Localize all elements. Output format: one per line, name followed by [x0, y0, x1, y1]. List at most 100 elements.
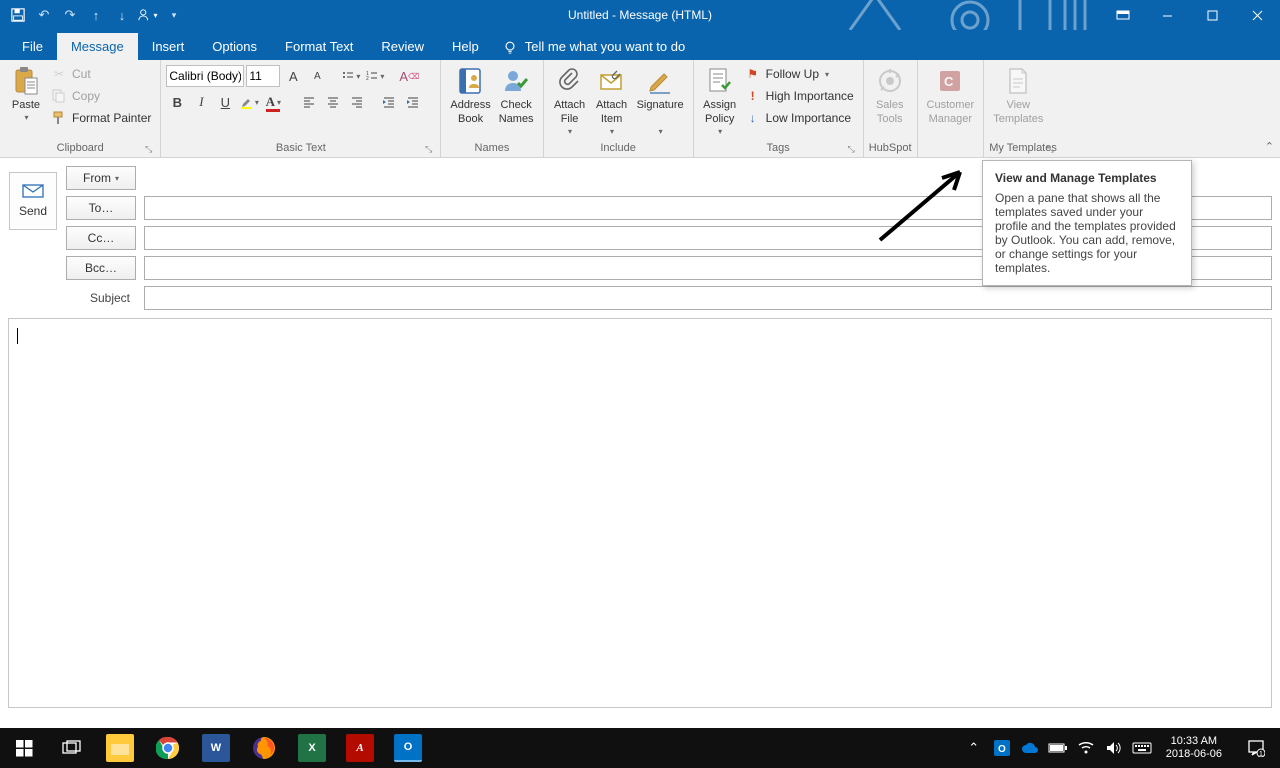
window-title: Untitled - Message (HTML) — [568, 8, 712, 22]
high-importance-button[interactable]: !High Importance — [741, 85, 858, 107]
from-button[interactable]: From▾ — [66, 166, 136, 190]
tab-options[interactable]: Options — [198, 33, 271, 60]
numbering-button[interactable]: 12 — [364, 65, 386, 87]
send-label: Send — [19, 204, 47, 218]
customer-manager-button[interactable]: C Customer Manager — [923, 63, 979, 129]
tray-battery-icon[interactable] — [1046, 728, 1070, 768]
copy-button[interactable]: Copy — [47, 85, 155, 107]
attach-file-label: Attach File — [554, 99, 585, 127]
templates-launcher-icon[interactable]: ⤡ — [1044, 144, 1057, 155]
attach-item-button[interactable]: Attach Item▾ — [591, 63, 633, 139]
paste-icon — [10, 65, 42, 97]
tray-volume-icon[interactable] — [1102, 728, 1126, 768]
cc-button[interactable]: Cc… — [66, 226, 136, 250]
nav-down-icon[interactable]: ↓ — [110, 3, 134, 27]
taskbar-excel[interactable]: X — [288, 728, 336, 768]
low-importance-button[interactable]: ↓Low Importance — [741, 107, 858, 129]
save-icon[interactable] — [6, 3, 30, 27]
ribbon-tabs: File Message Insert Options Format Text … — [0, 30, 1280, 60]
sales-tools-icon — [874, 65, 906, 97]
tray-keyboard-icon[interactable] — [1130, 728, 1154, 768]
format-painter-icon — [51, 110, 67, 126]
decrease-indent-button[interactable] — [378, 91, 400, 113]
clipboard-launcher-icon[interactable]: ⤡ — [142, 144, 155, 155]
attach-file-button[interactable]: Attach File▾ — [549, 63, 591, 139]
message-body[interactable] — [8, 318, 1272, 708]
signature-button[interactable]: Signature▾ — [633, 63, 688, 139]
font-family-select[interactable] — [166, 65, 244, 87]
group-clipboard: Paste ▾ ✂Cut Copy Format Painter Clipboa… — [0, 60, 161, 157]
align-center-button[interactable] — [322, 91, 344, 113]
undo-icon[interactable]: ↶ — [32, 3, 56, 27]
to-button[interactable]: To… — [66, 196, 136, 220]
tab-help[interactable]: Help — [438, 33, 493, 60]
shrink-font-button[interactable]: A — [306, 65, 328, 87]
tooltip-body: Open a pane that shows all the templates… — [995, 191, 1179, 275]
start-button[interactable] — [0, 728, 48, 768]
clock-time: 10:33 AM — [1171, 735, 1217, 748]
tray-overflow-icon[interactable]: ⌃ — [962, 728, 986, 768]
highlight-button[interactable] — [238, 91, 260, 113]
tab-format-text[interactable]: Format Text — [271, 33, 367, 60]
taskbar-outlook[interactable]: O — [384, 728, 432, 768]
bullets-button[interactable] — [340, 65, 362, 87]
minimize-button[interactable] — [1145, 0, 1190, 30]
assign-policy-button[interactable]: Assign Policy▾ — [699, 63, 741, 139]
cut-button[interactable]: ✂Cut — [47, 63, 155, 85]
tab-file[interactable]: File — [8, 33, 57, 60]
increase-indent-button[interactable] — [402, 91, 424, 113]
redo-icon[interactable]: ↷ — [58, 3, 82, 27]
bcc-button[interactable]: Bcc… — [66, 256, 136, 280]
italic-button[interactable]: I — [190, 91, 212, 113]
tray-onedrive-icon[interactable] — [1018, 728, 1042, 768]
user-dropdown-icon[interactable]: ▾ — [136, 3, 160, 27]
task-view-button[interactable] — [48, 728, 96, 768]
tab-review[interactable]: Review — [367, 33, 438, 60]
group-customer-manager: C Customer Manager — [918, 60, 985, 157]
bold-button[interactable]: B — [166, 91, 188, 113]
clock-date: 2018-06-06 — [1166, 748, 1222, 761]
collapse-ribbon-icon[interactable]: ⌃ — [1265, 140, 1274, 153]
sales-tools-button[interactable]: Sales Tools — [869, 63, 911, 129]
align-left-button[interactable] — [298, 91, 320, 113]
names-group-label: Names — [475, 142, 510, 154]
taskbar-word[interactable]: W — [192, 728, 240, 768]
taskbar-clock[interactable]: 10:33 AM 2018-06-06 — [1158, 735, 1230, 760]
format-painter-button[interactable]: Format Painter — [47, 107, 155, 129]
taskbar-chrome[interactable] — [144, 728, 192, 768]
tab-message[interactable]: Message — [57, 33, 138, 60]
grow-font-button[interactable]: A — [282, 65, 304, 87]
send-button[interactable]: Send — [9, 172, 57, 230]
taskbar-firefox[interactable] — [240, 728, 288, 768]
subject-label: Subject — [66, 291, 136, 305]
align-right-button[interactable] — [346, 91, 368, 113]
subject-field[interactable] — [144, 286, 1272, 310]
action-center-icon[interactable]: 1 — [1234, 728, 1278, 768]
title-decoration — [840, 0, 1120, 30]
maximize-button[interactable] — [1190, 0, 1235, 30]
tray-outlook-icon[interactable]: O — [990, 728, 1014, 768]
tags-launcher-icon[interactable]: ⤡ — [845, 144, 858, 155]
basic-text-launcher-icon[interactable]: ⤡ — [422, 144, 435, 155]
font-size-select[interactable] — [246, 65, 280, 87]
high-importance-icon: ! — [745, 88, 761, 104]
tab-insert[interactable]: Insert — [138, 33, 199, 60]
underline-button[interactable]: U — [214, 91, 236, 113]
customer-manager-icon: C — [934, 65, 966, 97]
qat-customize-icon[interactable]: ▾ — [162, 3, 186, 27]
check-names-button[interactable]: Check Names — [495, 63, 538, 129]
paste-button[interactable]: Paste ▾ — [5, 63, 47, 125]
group-names: Address Book Check Names Names — [441, 60, 543, 157]
taskbar-acrobat[interactable]: A — [336, 728, 384, 768]
paperclip-icon — [554, 65, 586, 97]
font-color-button[interactable]: A — [262, 91, 284, 113]
follow-up-button[interactable]: ⚑Follow Up▾ — [741, 63, 858, 85]
tell-me-search[interactable]: Tell me what you want to do — [493, 33, 695, 60]
clear-formatting-button[interactable]: A⌫ — [398, 65, 420, 87]
close-button[interactable] — [1235, 0, 1280, 30]
view-templates-button[interactable]: View Templates — [989, 63, 1047, 129]
taskbar-explorer[interactable] — [96, 728, 144, 768]
address-book-button[interactable]: Address Book — [446, 63, 494, 129]
tray-wifi-icon[interactable] — [1074, 728, 1098, 768]
nav-up-icon[interactable]: ↑ — [84, 3, 108, 27]
